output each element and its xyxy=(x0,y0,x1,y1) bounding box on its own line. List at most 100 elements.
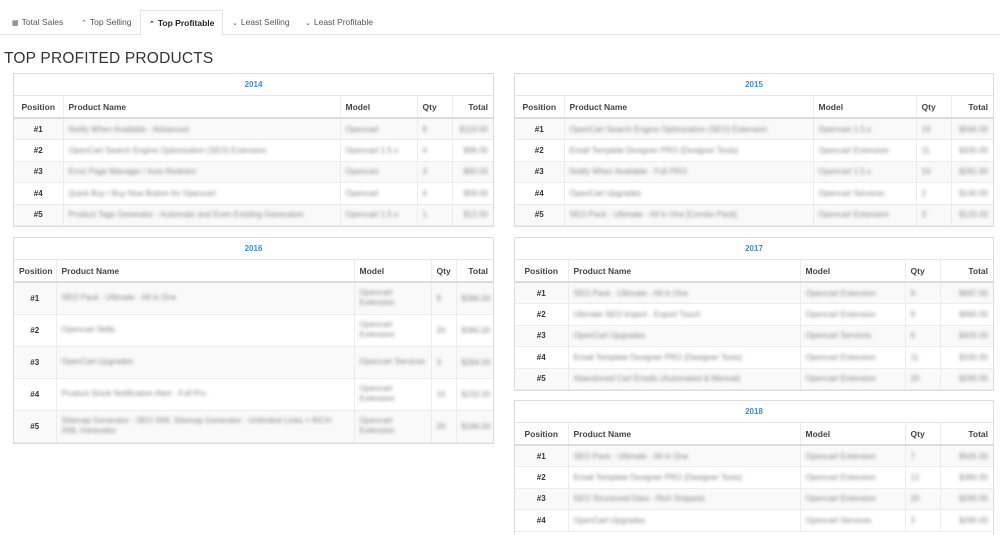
product-name[interactable]: Email Template Designer PRO (Designer To… xyxy=(570,146,739,155)
table-row: #5 Abandoned Cart Emails (Automated & Man… xyxy=(515,368,993,390)
tab-top-selling[interactable]: ⌃ Top Selling xyxy=(73,10,139,35)
qty: 11 xyxy=(921,145,930,155)
product-name-cell[interactable]: OpenCart Upgrades xyxy=(564,182,814,205)
total: $290.00 xyxy=(959,494,988,504)
product-name[interactable]: Notify When Available - Full PRO xyxy=(570,167,687,176)
position-cell: #5 xyxy=(14,410,57,443)
product-name[interactable]: SEO Structured Data - Rich Snippets xyxy=(574,494,706,503)
product-name-cell[interactable]: Ultimate SEO Import - Export Touch xyxy=(568,303,801,326)
model-cell: Opencart xyxy=(340,161,418,183)
tab-total-sales[interactable]: ▦ Total Sales xyxy=(4,10,71,35)
col-qty: Qty xyxy=(905,423,941,446)
total: $420.00 xyxy=(959,331,988,341)
product-name[interactable]: Quick Buy / Buy Now Button for Opencart xyxy=(69,189,216,198)
product-name-cell[interactable]: OpenCart Upgrades xyxy=(56,346,355,379)
col-product-name: Product Name xyxy=(568,423,801,446)
product-name[interactable]: Email Template Designer PRO (Designer To… xyxy=(574,473,743,482)
table-row: #1 SEO Pack - Ultimate - All in One Openca… xyxy=(515,282,993,304)
product-name[interactable]: SEO Pack - Ultimate - All in One xyxy=(62,293,177,302)
qty-cell: 1 xyxy=(417,204,453,226)
total: $119.00 xyxy=(459,124,488,134)
product-name[interactable]: OpenCart Upgrades xyxy=(574,331,646,340)
total-cell: $380.00 xyxy=(456,314,493,347)
total-cell: $505.00 xyxy=(940,445,993,467)
year-panel-2015: 2015 Position Product Name Model Qty Tot… xyxy=(514,73,994,227)
table-row: #5 Product Tags Generator - Automatic and… xyxy=(14,204,493,226)
position-cell: #3 xyxy=(515,488,569,510)
product-name-cell[interactable]: Email Template Designer PRO (Designer To… xyxy=(568,346,801,369)
model: Opencart Services xyxy=(805,515,872,525)
qty-cell: 12 xyxy=(905,466,941,489)
product-name[interactable]: OpenCart Search Engine Optimization (SEO… xyxy=(69,146,267,155)
table-row: #2 Email Template Designer PRO (Designer … xyxy=(515,139,993,162)
product-name[interactable]: Opencart Skills xyxy=(62,325,116,334)
table-row: #4 OpenCart Upgrades Opencart Services 3 $28… xyxy=(515,509,993,532)
tab-top-profitable[interactable]: ⌃ Top Profitable xyxy=(140,10,224,36)
product-name-cell[interactable]: OpenCart Upgrades xyxy=(568,325,801,347)
product-name-cell[interactable]: Email Template Designer PRO (Designer To… xyxy=(564,139,814,162)
product-name[interactable]: Ultimate SEO Import - Export Touch xyxy=(574,310,701,319)
product-name-cell[interactable]: Quick Buy / Buy Now Button for Opencart xyxy=(63,182,341,205)
model: Opencart Extension xyxy=(805,309,876,319)
position-cell: #4 xyxy=(14,378,57,411)
product-name-cell[interactable]: SEO Pack - Ultimate - All in One xyxy=(56,282,355,315)
tab-label: Total Sales xyxy=(21,17,64,27)
product-name-cell[interactable]: SEO Structured Data - Rich Snippets xyxy=(568,488,801,510)
qty: 4 xyxy=(422,188,427,198)
product-name[interactable]: Product Tags Generator - Automatic and E… xyxy=(69,210,304,219)
model: Opencart Extension xyxy=(805,472,876,482)
product-name-cell[interactable]: Abandoned Cart Emails (Automated & Manua… xyxy=(568,368,801,390)
product-name[interactable]: Error Page Manager / Auto Redirect xyxy=(69,167,196,176)
table-row: #3 OpenCart Upgrades Opencart Services 3 $28… xyxy=(14,346,493,379)
product-name[interactable]: OpenCart Upgrades xyxy=(570,189,642,198)
qty-cell: 2 xyxy=(916,182,952,205)
tab-least-selling[interactable]: ⌄ Least Selling xyxy=(224,10,298,35)
product-name-cell[interactable]: OpenCart Search Engine Optimization (SEO… xyxy=(564,118,814,140)
position-cell: #2 xyxy=(14,314,57,347)
product-name[interactable]: OpenCart Upgrades xyxy=(62,357,134,366)
product-name-cell[interactable]: Product Stock Notification Alert - Full … xyxy=(56,378,355,411)
model-cell: Opencart Services xyxy=(813,182,917,205)
product-name[interactable]: Abandoned Cart Emails (Automated & Manua… xyxy=(574,374,741,383)
product-name[interactable]: Product Stock Notification Alert - Full … xyxy=(62,389,207,398)
tab-least-profitable[interactable]: ⌄ Least Profitable xyxy=(297,10,381,35)
qty: 15 xyxy=(436,389,446,399)
product-name-cell[interactable]: SEO Pack - Ultimate - All in One xyxy=(568,282,801,304)
product-name-cell[interactable]: OpenCart Upgrades xyxy=(568,509,801,532)
qty: 6 xyxy=(910,331,915,341)
product-name-cell[interactable]: Opencart Skills xyxy=(56,314,355,347)
col-product-name: Product Name xyxy=(564,96,814,119)
model: Opencart Extension xyxy=(359,320,395,339)
table-row: #3 Notify When Available - Full PRO Openca… xyxy=(515,161,993,183)
product-name[interactable]: SEO Pack - Ultimate - All in One [Combo … xyxy=(570,210,737,219)
product-name-cell[interactable]: Sitemap Generator - SEO XML Sitemap Gene… xyxy=(56,410,355,443)
table-row: #1 Notify When Available - Advanced Openca… xyxy=(14,118,493,140)
product-name-cell[interactable]: OpenCart Search Engine Optimization (SEO… xyxy=(63,139,341,162)
position-cell: #5 xyxy=(14,204,64,226)
product-name[interactable]: OpenCart Search Engine Optimization (SEO… xyxy=(570,125,768,134)
product-name-cell[interactable]: Notify When Available - Advanced xyxy=(63,118,341,140)
product-name[interactable]: OpenCart Upgrades xyxy=(574,516,646,525)
product-name[interactable]: SEO Pack - Ultimate - All in One xyxy=(574,289,689,298)
product-name[interactable]: SEO Pack - Ultimate - All in One xyxy=(574,452,689,461)
tab-label: Least Selling xyxy=(240,17,290,27)
product-name[interactable]: Notify When Available - Advanced xyxy=(69,125,189,134)
qty-cell: 4 xyxy=(417,182,453,205)
product-name[interactable]: Sitemap Generator - SEO XML Sitemap Gene… xyxy=(62,416,332,435)
total-cell: $284.00 xyxy=(456,346,493,379)
product-name-cell[interactable]: Error Page Manager / Auto Redirect xyxy=(63,161,341,183)
qty-cell: 4 xyxy=(417,139,453,162)
product-name-cell[interactable]: Notify When Available - Full PRO xyxy=(564,161,814,183)
product-name-cell[interactable]: Email Template Designer PRO (Designer To… xyxy=(568,466,801,489)
product-name-cell[interactable]: SEO Pack - Ultimate - All in One xyxy=(568,445,801,467)
product-name[interactable]: Email Template Designer PRO (Designer To… xyxy=(574,353,743,362)
model-cell: Opencart Extension xyxy=(354,282,432,315)
model: Opencart Extension xyxy=(818,210,889,220)
col-model: Model xyxy=(813,96,917,119)
product-name-cell[interactable]: Product Tags Generator - Automatic and E… xyxy=(63,204,341,226)
year-panel-2016: 2016 Position Product Name Model Qty Tot… xyxy=(13,237,494,444)
table-row: #5 SEO Pack - Ultimate - All in One [Comb… xyxy=(515,204,993,226)
col-total: Total xyxy=(951,96,993,119)
product-name-cell[interactable]: SEO Pack - Ultimate - All in One [Combo … xyxy=(564,204,814,226)
position-cell: #1 xyxy=(14,282,57,315)
